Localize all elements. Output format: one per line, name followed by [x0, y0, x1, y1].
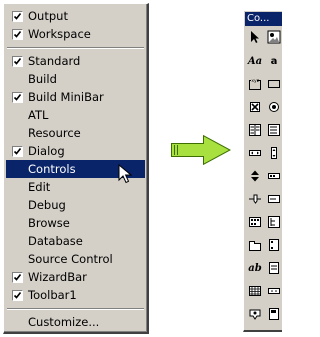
menu-item-debug[interactable]: Debug — [6, 196, 145, 214]
checkmark-icon — [12, 272, 23, 283]
date-time-picker-icon[interactable] — [265, 259, 283, 277]
check-box-icon[interactable] — [246, 98, 264, 116]
vertical-scrollbar-icon[interactable] — [265, 144, 283, 162]
radio-button-icon[interactable] — [265, 98, 283, 116]
spin-icon[interactable] — [246, 167, 264, 185]
menu-item-wizardbar[interactable]: WizardBar — [6, 268, 145, 286]
menu-item-label: Edit — [28, 180, 51, 194]
menu-item-label: Build MiniBar — [28, 90, 104, 104]
list-control-icon[interactable] — [246, 213, 264, 231]
ip-address-icon[interactable] — [265, 282, 283, 300]
rich-edit-icon[interactable]: ab — [246, 259, 264, 277]
menu-item-label: Standard — [28, 54, 81, 68]
controls-toolbar-title[interactable]: Co... — [245, 12, 282, 26]
checkmark-icon — [12, 11, 23, 22]
arrow-right-icon — [171, 135, 231, 165]
hotkey-icon[interactable] — [265, 190, 283, 208]
menu-separator — [7, 47, 144, 49]
menu-item-label: Source Control — [28, 252, 113, 266]
menu-item-dialog[interactable]: Dialog — [6, 142, 145, 160]
animate-icon[interactable] — [265, 236, 283, 254]
checkmark-icon — [12, 146, 23, 157]
checkmark-icon — [12, 29, 23, 40]
menu-item-label: Database — [28, 234, 83, 248]
menu-item-label: Toolbar1 — [28, 288, 77, 302]
menu-item-toolbar1[interactable]: Toolbar1 — [6, 286, 145, 304]
slider-icon[interactable] — [246, 190, 264, 208]
menu-item-build[interactable]: Build — [6, 70, 145, 88]
checkmark-icon — [12, 56, 23, 67]
tab-control-icon[interactable] — [246, 236, 264, 254]
menu-item-label: Browse — [28, 216, 70, 230]
checkmark-icon — [12, 290, 23, 301]
menu-item-standard[interactable]: Standard — [6, 52, 145, 70]
extended-combo-icon[interactable] — [265, 305, 283, 323]
menu-item-browse[interactable]: Browse — [6, 214, 145, 232]
svg-text:xyz: xyz — [251, 79, 259, 84]
list-box-icon[interactable] — [265, 121, 283, 139]
menu-item-resource[interactable]: Resource — [6, 124, 145, 142]
custom-control-icon[interactable] — [246, 305, 264, 323]
menu-item-label: Resource — [28, 126, 81, 140]
menu-item-label: Build — [28, 72, 57, 86]
menu-separator — [7, 308, 144, 310]
menu-item-label: Debug — [28, 198, 66, 212]
menu-item-customize[interactable]: Customize... — [6, 313, 145, 331]
mouse-pointer-icon — [118, 164, 132, 184]
checkmark-icon — [12, 92, 23, 103]
picture-icon[interactable] — [265, 28, 283, 46]
edit-box-icon[interactable]: a — [265, 52, 283, 70]
combo-box-icon[interactable] — [246, 121, 264, 139]
group-box-icon[interactable]: xyz — [246, 75, 264, 93]
menu-item-label: Dialog — [28, 144, 65, 158]
menu-item-workspace[interactable]: Workspace — [6, 25, 145, 43]
menu-item-label: Workspace — [28, 27, 91, 41]
month-calendar-icon[interactable] — [246, 282, 264, 300]
tree-control-icon[interactable] — [265, 213, 283, 231]
static-text-icon[interactable]: Aa — [246, 52, 264, 70]
menu-item-source-control[interactable]: Source Control — [6, 250, 145, 268]
menu-item-label: ATL — [28, 108, 49, 122]
menu-item-output[interactable]: Output — [6, 7, 145, 25]
menu-item-label: Customize... — [28, 315, 100, 329]
controls-toolbar: Co... Aa a xyz ab — [243, 10, 282, 332]
menu-item-label: Controls — [28, 162, 76, 176]
menu-item-build-minibar[interactable]: Build MiniBar — [6, 88, 145, 106]
button-icon[interactable] — [265, 75, 283, 93]
menu-item-label: WizardBar — [28, 270, 87, 284]
menu-item-label: Output — [28, 9, 68, 23]
horizontal-scrollbar-icon[interactable] — [246, 144, 264, 162]
progress-icon[interactable] — [265, 167, 283, 185]
menu-item-database[interactable]: Database — [6, 232, 145, 250]
pointer-icon[interactable] — [246, 28, 264, 46]
menu-item-atl[interactable]: ATL — [6, 106, 145, 124]
